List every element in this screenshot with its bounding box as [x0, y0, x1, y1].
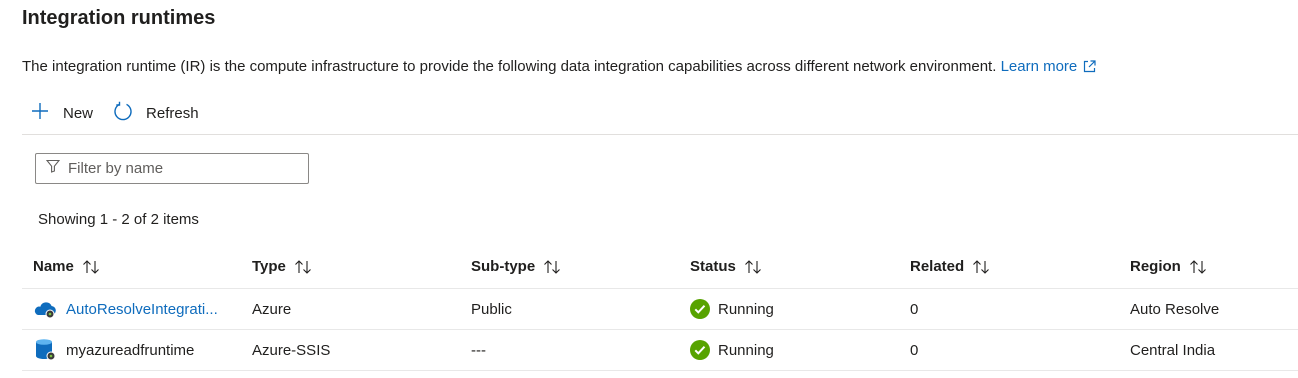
runtime-region: Auto Resolve — [1130, 300, 1220, 318]
sort-icon — [294, 259, 312, 274]
plus-icon — [30, 101, 63, 125]
page-description: The integration runtime (IR) is the comp… — [22, 58, 1096, 77]
runtime-related: 0 — [910, 341, 919, 359]
filter-icon — [36, 159, 68, 178]
refresh-button[interactable]: Refresh — [113, 101, 199, 125]
sort-icon — [744, 259, 762, 274]
header-subtype[interactable]: Sub-type — [471, 245, 561, 288]
table-row[interactable]: AutoResolveIntegrati... Azure Public Run… — [22, 289, 1298, 330]
azure-cloud-ir-icon — [33, 298, 57, 320]
success-check-icon — [690, 340, 710, 360]
runtime-status: Running — [718, 341, 774, 359]
header-related[interactable]: Related — [910, 245, 990, 288]
runtime-status: Running — [718, 300, 774, 318]
success-check-icon — [690, 299, 710, 319]
header-region[interactable]: Region — [1130, 245, 1207, 288]
new-button-label: New — [63, 104, 94, 122]
items-count: Showing 1 - 2 of 2 items — [38, 211, 199, 228]
header-status[interactable]: Status — [690, 245, 762, 288]
runtime-related: 0 — [910, 300, 919, 318]
runtime-subtype: Public — [471, 300, 512, 318]
table-header-row: Name Type Sub-type Status Related Region — [22, 245, 1298, 289]
runtime-name[interactable]: myazureadfruntime — [66, 342, 194, 359]
ssis-database-ir-icon — [33, 338, 57, 362]
filter-box — [35, 153, 309, 184]
description-text: The integration runtime (IR) is the comp… — [22, 58, 997, 75]
filter-input[interactable] — [68, 160, 288, 177]
integration-runtimes-table: Name Type Sub-type Status Related Region… — [22, 245, 1298, 371]
new-button[interactable]: New — [30, 101, 93, 125]
runtime-subtype: --- — [471, 341, 486, 359]
runtime-type: Azure-SSIS — [252, 341, 331, 359]
sort-icon — [82, 259, 100, 274]
runtime-name-link[interactable]: AutoResolveIntegrati... — [66, 301, 218, 318]
sort-icon — [543, 259, 561, 274]
page-title: Integration runtimes — [22, 7, 216, 29]
sort-icon — [1189, 259, 1207, 274]
toolbar: New Refresh — [30, 99, 219, 127]
runtime-region: Central India — [1130, 341, 1216, 359]
learn-more-link[interactable]: Learn more — [1001, 58, 1097, 75]
external-link-icon — [1083, 60, 1096, 77]
refresh-button-label: Refresh — [146, 104, 199, 122]
table-row[interactable]: myazureadfruntime Azure-SSIS --- Running… — [22, 330, 1298, 371]
sort-icon — [972, 259, 990, 274]
header-name[interactable]: Name — [33, 245, 100, 288]
runtime-type: Azure — [252, 300, 292, 318]
refresh-icon — [113, 101, 146, 125]
header-type[interactable]: Type — [252, 245, 312, 288]
toolbar-divider — [22, 134, 1298, 135]
